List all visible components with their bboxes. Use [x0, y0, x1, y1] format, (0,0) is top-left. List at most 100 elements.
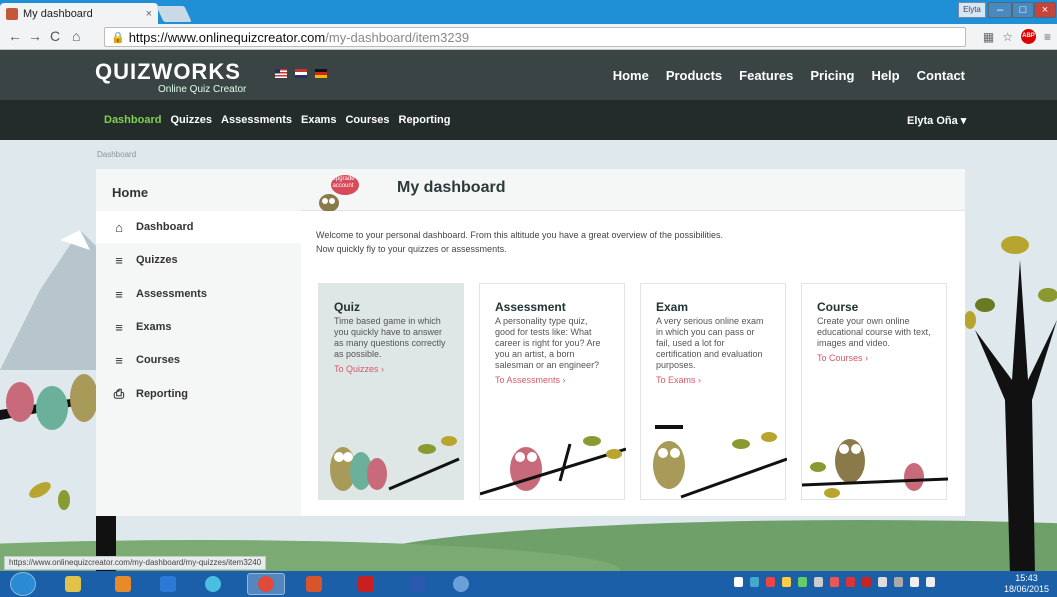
assessment-card[interactable]: Assessment A personality type quiz, good… [479, 283, 626, 500]
tray-app-icon[interactable] [814, 577, 823, 587]
translate-icon[interactable]: ▦ [983, 30, 994, 44]
flag-us-icon[interactable] [275, 69, 287, 78]
window-user-button[interactable]: Elyta [958, 2, 986, 18]
course-card[interactable]: Course Create your own online educationa… [801, 283, 948, 500]
sidebar-item-courses[interactable]: ≡ Courses [96, 344, 301, 376]
tray-app-icon[interactable] [862, 577, 871, 587]
subnav-quizzes[interactable]: Quizzes [170, 114, 212, 126]
dashboard-panel: Home ⌂ Dashboard ≡ Quizzes ≡ Assessments… [96, 169, 965, 516]
nav-pricing[interactable]: Pricing [810, 68, 854, 83]
minimize-button[interactable]: – [988, 2, 1012, 18]
app-icon [205, 576, 221, 592]
taskbar-app[interactable] [194, 573, 232, 595]
reload-icon[interactable]: C [50, 28, 60, 44]
maximize-button[interactable]: □ [1012, 2, 1034, 18]
subnav-dashboard[interactable]: Dashboard [104, 114, 161, 126]
card-title: Quiz [334, 300, 360, 314]
welcome-text: Welcome to your personal dashboard. From… [316, 228, 916, 256]
subnav-exams[interactable]: Exams [301, 114, 336, 126]
taskbar-chrome[interactable] [247, 573, 285, 595]
tray-app-icon[interactable] [734, 577, 743, 587]
file-explorer-icon [65, 576, 81, 592]
nav-home[interactable]: Home [613, 68, 649, 83]
bookmark-star-icon[interactable]: ☆ [1002, 30, 1013, 44]
taskbar-acrobat[interactable] [347, 573, 385, 595]
chrome-menu-icon[interactable]: ≡ [1044, 30, 1051, 44]
user-menu[interactable]: Elyta Oña ▾ [907, 114, 966, 127]
to-assessments-link[interactable]: To Assessments › [495, 375, 609, 385]
menu-icon: ≡ [115, 286, 123, 302]
to-courses-link[interactable]: To Courses › [817, 353, 931, 363]
menu-icon: ≡ [115, 252, 123, 268]
welcome-line-1: Welcome to your personal dashboard. From… [316, 230, 724, 240]
status-bar-url: https://www.onlinequizcreator.com/my-das… [4, 556, 267, 570]
network-icon[interactable] [910, 577, 919, 587]
subnav-courses[interactable]: Courses [345, 114, 389, 126]
taskbar-powerpoint[interactable] [295, 573, 333, 595]
browser-tab[interactable]: My dashboard × [0, 3, 158, 24]
sidebar-item-label: Quizzes [136, 254, 178, 266]
top-navigation: Home Products Features Pricing Help Cont… [613, 68, 965, 83]
taskbar-media[interactable] [104, 573, 142, 595]
nav-help[interactable]: Help [871, 68, 899, 83]
taskbar-dropbox[interactable] [149, 573, 187, 595]
breadcrumb[interactable]: Dashboard [97, 150, 136, 159]
new-tab-button[interactable] [156, 6, 192, 22]
sidebar-item-exams[interactable]: ≡ Exams [96, 311, 301, 343]
adblock-plus-icon[interactable]: ABP [1020, 29, 1036, 44]
nav-features[interactable]: Features [739, 68, 793, 83]
url-path: /my-dashboard/item3239 [325, 29, 470, 45]
card-description: Time based game in which you quickly hav… [334, 316, 446, 359]
windows-start-button-icon[interactable] [10, 572, 36, 596]
volume-icon[interactable] [926, 577, 935, 587]
back-arrow-icon[interactable]: ← [8, 28, 22, 44]
tray-app-icon[interactable] [750, 577, 759, 587]
sidebar-item-quizzes[interactable]: ≡ Quizzes [96, 244, 301, 276]
taskbar-word[interactable] [398, 573, 436, 595]
home-button-icon[interactable]: ⌂ [72, 28, 80, 44]
lock-icon: 🔒 [111, 31, 125, 44]
sidebar-item-dashboard[interactable]: ⌂ Dashboard [96, 211, 301, 243]
tray-app-icon[interactable] [798, 577, 807, 587]
main-header: Upgrade account My dashboard [301, 169, 965, 211]
sidebar-item-label: Dashboard [136, 221, 194, 233]
tab-close-icon[interactable]: × [146, 8, 152, 20]
quiz-card[interactable]: Quiz Time based game in which you quickl… [318, 283, 464, 500]
system-tray [734, 577, 935, 587]
to-quizzes-link[interactable]: To Quizzes › [334, 364, 448, 374]
card-title: Course [817, 300, 859, 314]
upgrade-account-badge[interactable]: Upgrade account [323, 176, 363, 190]
quizworks-logo[interactable]: QUIZWORKS [95, 59, 241, 85]
tray-app-icon[interactable] [846, 577, 855, 587]
tray-app-icon[interactable] [782, 577, 791, 587]
windows-taskbar: 15:43 18/06/2015 [0, 571, 1057, 597]
flag-notification-icon[interactable] [878, 577, 887, 587]
flag-de-icon[interactable] [315, 69, 327, 78]
to-exams-link[interactable]: To Exams › [656, 375, 770, 385]
flag-nl-icon[interactable] [295, 69, 307, 78]
nav-products[interactable]: Products [666, 68, 722, 83]
sidebar-item-label: Reporting [136, 388, 188, 400]
taskbar-explorer[interactable] [54, 573, 92, 595]
taskbar-r[interactable] [442, 573, 480, 595]
sidebar: Home ⌂ Dashboard ≡ Quizzes ≡ Assessments… [96, 169, 301, 516]
close-window-button[interactable]: × [1034, 2, 1056, 18]
tray-app-icon[interactable] [830, 577, 839, 587]
address-toolbar: ← → C ⌂ 🔒 https://www.onlinequizcreator.… [0, 24, 1057, 50]
taskbar-clock[interactable]: 15:43 18/06/2015 [1004, 573, 1049, 595]
r-studio-icon [453, 576, 469, 592]
url-field[interactable]: 🔒 https://www.onlinequizcreator.com/my-d… [104, 27, 966, 47]
media-player-icon [115, 576, 131, 592]
nav-contact[interactable]: Contact [917, 68, 965, 83]
exam-card[interactable]: Exam A very serious online exam in which… [640, 283, 787, 500]
clock-time: 15:43 [1015, 573, 1038, 583]
sidebar-item-reporting[interactable]: ⎙ Reporting [96, 378, 301, 410]
tray-app-icon[interactable] [766, 577, 775, 587]
subnav-assessments[interactable]: Assessments [221, 114, 292, 126]
home-icon: ⌂ [115, 219, 123, 235]
subnav-reporting[interactable]: Reporting [399, 114, 451, 126]
dropbox-icon [160, 576, 176, 592]
tray-app-icon[interactable] [894, 577, 903, 587]
sidebar-item-assessments[interactable]: ≡ Assessments [96, 278, 301, 310]
forward-arrow-icon[interactable]: → [28, 28, 42, 44]
